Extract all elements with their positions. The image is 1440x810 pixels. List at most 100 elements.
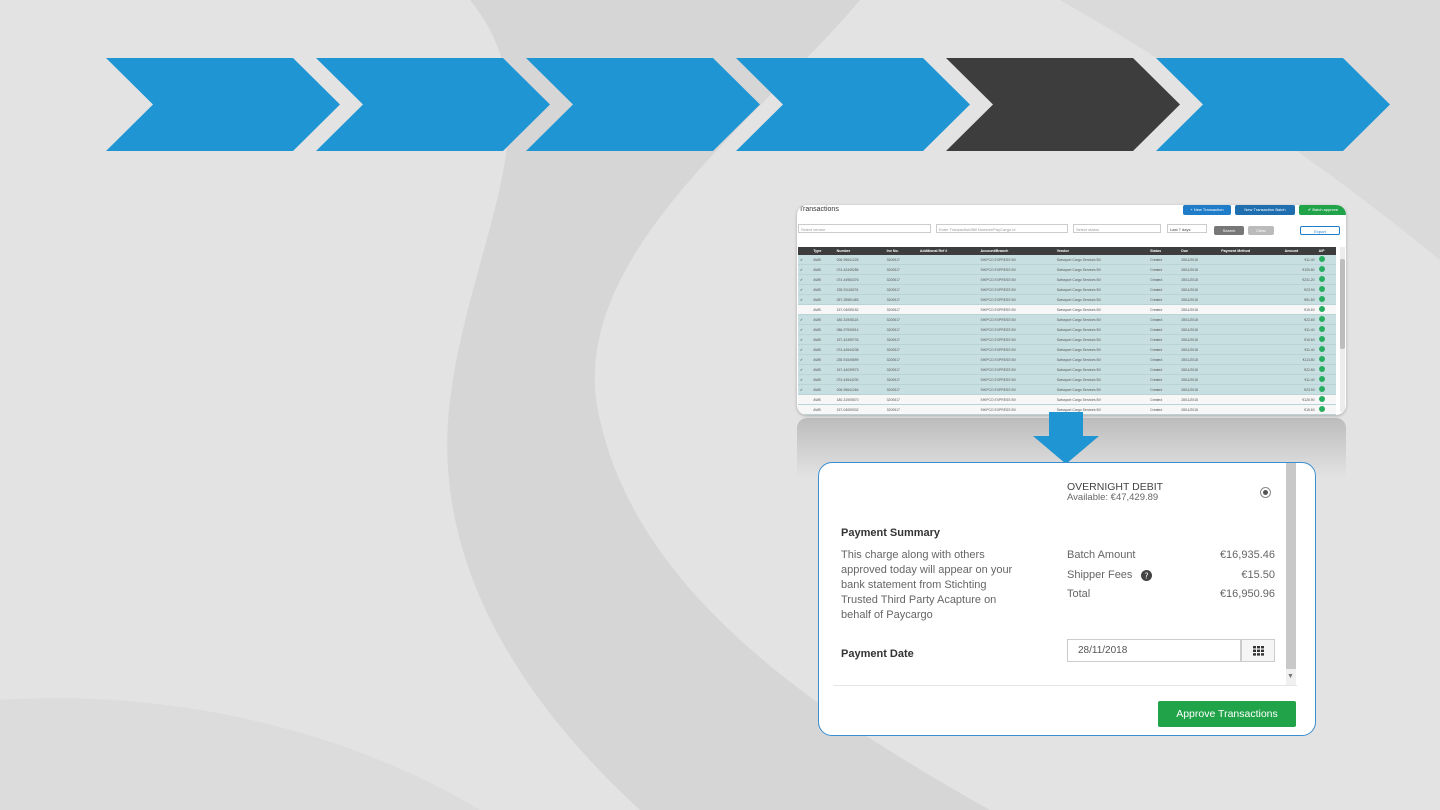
- cell-amount: €15.60: [1282, 304, 1317, 315]
- row-checkbox[interactable]: [798, 404, 812, 415]
- approved-check-icon[interactable]: [1316, 314, 1336, 325]
- row-checkmark-icon[interactable]: ✔: [798, 324, 812, 335]
- column-header[interactable]: Number: [834, 247, 885, 255]
- table-row[interactable]: ✔ AWB 074-42449286 3200517 SHIPCO EXPRESS BV…: [798, 264, 1336, 275]
- column-header[interactable]: [798, 247, 812, 255]
- table-row[interactable]: ✔ AWB 235-91105276 3200517 SHIPCO EXPRESS BV…: [798, 284, 1336, 295]
- table-row[interactable]: ✔ AWB 235-91549899 3200517 SHIPCO EXPRESS BV…: [798, 354, 1336, 365]
- table-row[interactable]: ✔ AWB 074-44984376 3200517 SHIPCO EXPRESS BV…: [798, 274, 1336, 285]
- column-header[interactable]: Due: [1179, 247, 1220, 255]
- cell-empty: [917, 354, 979, 365]
- summary-text-line: Trusted Third Party Acapture on: [841, 594, 997, 606]
- row-checkmark-icon[interactable]: ✔: [798, 264, 812, 275]
- approved-check-icon[interactable]: [1316, 264, 1336, 275]
- row-checkmark-icon[interactable]: ✔: [798, 294, 812, 305]
- row-checkbox[interactable]: [798, 394, 812, 405]
- column-header[interactable]: Inv No.: [884, 247, 918, 255]
- row-checkmark-icon[interactable]: ✔: [798, 384, 812, 395]
- scrollbar-thumb[interactable]: [1340, 259, 1345, 349]
- approved-check-icon[interactable]: [1316, 334, 1336, 345]
- help-icon[interactable]: ?: [1141, 570, 1152, 581]
- cell-type: AWB: [811, 344, 835, 355]
- panel-scrollbar[interactable]: [1286, 463, 1296, 685]
- row-checkmark-icon[interactable]: ✔: [798, 274, 812, 285]
- table-row[interactable]: ✔ AWB 180-31908115 3200517 SHIPCO EXPRESS BV…: [798, 314, 1336, 325]
- column-header[interactable]: Payment Method: [1219, 247, 1283, 255]
- row-checkmark-icon[interactable]: ✔: [798, 364, 812, 375]
- table-row[interactable]: ✔ AWB 074-44944230 3200517 SHIPCO EXPRESS BV…: [798, 374, 1336, 385]
- new-transaction-batch-button[interactable]: New Transaction Batch: [1235, 205, 1295, 215]
- period-select[interactable]: Last 7 days: [1167, 224, 1207, 233]
- table-row[interactable]: AWB 180-31905570 3200517 SHIPCO EXPRESS BV S…: [798, 394, 1336, 405]
- search-button[interactable]: Search: [1214, 226, 1244, 235]
- payment-method-radio[interactable]: [1260, 487, 1271, 498]
- row-checkmark-icon[interactable]: ✔: [798, 374, 812, 385]
- row-checkmark-icon[interactable]: ✔: [798, 334, 812, 345]
- cell-type: AWB: [811, 294, 835, 305]
- table-row[interactable]: ✔ AWB 074-44944238 3200517 SHIPCO EXPRESS BV…: [798, 344, 1336, 355]
- column-header[interactable]: Type: [811, 247, 835, 255]
- approved-check-icon[interactable]: [1316, 384, 1336, 395]
- cell-inv: 3200517: [884, 344, 918, 355]
- transaction-search-input[interactable]: Enter Transaction/Bill Number/PayCargo I…: [936, 224, 1068, 233]
- column-header[interactable]: Account/Branch: [978, 247, 1055, 255]
- cell-status: Created: [1148, 374, 1180, 385]
- approve-transactions-button[interactable]: Approve Transactions: [1158, 701, 1296, 727]
- row-checkmark-icon[interactable]: ✔: [798, 314, 812, 325]
- cell-due: 28/11/2018: [1179, 334, 1220, 345]
- cell-due: 28/11/2018: [1179, 374, 1220, 385]
- status-select[interactable]: Select status: [1073, 224, 1161, 233]
- payment-date-input[interactable]: 28/11/2018: [1067, 639, 1241, 662]
- row-checkbox[interactable]: [798, 304, 812, 315]
- panel-scrollbar-thumb[interactable]: [1286, 463, 1296, 669]
- table-row[interactable]: ✔ AWB 157-42459733 3200517 SHIPCO EXPRESS BV…: [798, 334, 1336, 345]
- row-checkmark-icon[interactable]: ✔: [798, 344, 812, 355]
- cell-inv: 3200517: [884, 364, 918, 375]
- table-row[interactable]: ✔ AWB 006-99641225 3200517 SHIPCO EXPRESS BV…: [798, 255, 1336, 265]
- approved-check-icon[interactable]: [1316, 304, 1336, 315]
- new-transaction-button[interactable]: + New Transaction: [1183, 205, 1231, 215]
- approved-check-icon[interactable]: [1316, 364, 1336, 375]
- column-header[interactable]: Status: [1148, 247, 1180, 255]
- column-header[interactable]: Amount: [1282, 247, 1317, 255]
- approved-check-icon[interactable]: [1316, 255, 1336, 265]
- column-header[interactable]: Vendor: [1054, 247, 1149, 255]
- approved-check-icon[interactable]: [1316, 274, 1336, 285]
- batch-approve-button[interactable]: ✔ Batch approve: [1299, 205, 1346, 215]
- table-row[interactable]: ✔ AWB 057-28981483 3200517 SHIPCO EXPRESS BV…: [798, 294, 1336, 305]
- approved-check-icon[interactable]: [1316, 294, 1336, 305]
- approved-check-icon[interactable]: [1316, 394, 1336, 405]
- status-ok-icon: [1318, 406, 1325, 412]
- table-row[interactable]: ✔ AWB 006-99641264 3200517 SHIPCO EXPRESS BV…: [798, 384, 1336, 395]
- approved-check-icon[interactable]: [1316, 284, 1336, 295]
- vendor-select[interactable]: Select vendor: [798, 224, 931, 233]
- clear-button[interactable]: Clear: [1248, 226, 1274, 235]
- scroll-down-icon[interactable]: ▼: [1287, 673, 1294, 680]
- row-checkmark-icon[interactable]: ✔: [798, 255, 812, 265]
- process-step-5-current: [946, 58, 1180, 151]
- export-button[interactable]: Export: [1300, 226, 1340, 235]
- column-header[interactable]: Additional Ref #: [917, 247, 979, 255]
- cell-empty: [917, 394, 979, 405]
- table-row[interactable]: ✔ AWB 086-97930514 3200517 SHIPCO EXPRESS BV…: [798, 324, 1336, 335]
- column-header[interactable]: A/P: [1316, 247, 1336, 255]
- approved-check-icon[interactable]: [1316, 354, 1336, 365]
- table-row[interactable]: AWB 157-04059152 3200517 SHIPCO EXPRESS BV S…: [798, 304, 1336, 315]
- cell-amount: €11.40: [1282, 374, 1317, 385]
- approved-check-icon[interactable]: [1316, 374, 1336, 385]
- row-checkmark-icon[interactable]: ✔: [798, 284, 812, 295]
- approved-check-icon[interactable]: [1316, 344, 1336, 355]
- table-row[interactable]: ✔ AWB 157-44039973 3200517 SHIPCO EXPRESS BV…: [798, 364, 1336, 375]
- cell-acct: SHIPCO EXPRESS BV: [978, 264, 1055, 275]
- approved-check-icon[interactable]: [1316, 404, 1336, 415]
- calendar-button[interactable]: [1241, 639, 1275, 662]
- row-checkmark-icon[interactable]: ✔: [798, 354, 812, 365]
- approved-check-icon[interactable]: [1316, 324, 1336, 335]
- cell-empty: [1219, 354, 1283, 365]
- cell-empty: [917, 274, 979, 285]
- cell-empty: [917, 374, 979, 385]
- cell-empty: [917, 294, 979, 305]
- cell-vendor: Swissport Cargo Services BV: [1054, 324, 1149, 335]
- total-value: €16,950.96: [1219, 588, 1275, 600]
- table-scrollbar[interactable]: [1340, 247, 1345, 412]
